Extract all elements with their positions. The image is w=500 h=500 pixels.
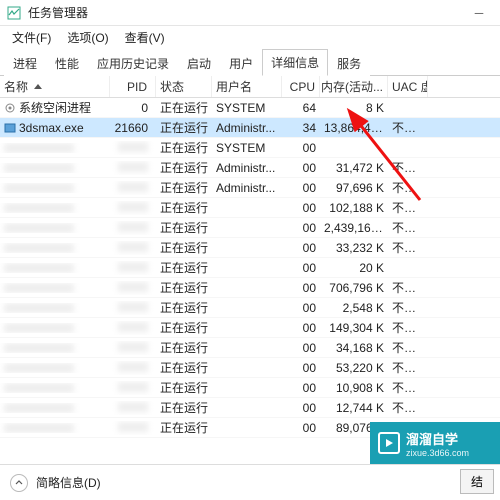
process-icon: [4, 102, 16, 114]
table-row[interactable]: 正在运行002,439,164...不允许: [0, 218, 500, 238]
col-pid[interactable]: PID: [110, 76, 156, 97]
table-row[interactable]: 正在运行0053,220 K不允许: [0, 358, 500, 378]
col-user[interactable]: 用户名: [212, 76, 282, 97]
menu-view[interactable]: 查看(V): [117, 27, 173, 48]
process-grid: 名称 PID 状态 用户名 CPU 内存(活动... UAC 虚 系统空闲进程0…: [0, 76, 500, 438]
table-row[interactable]: 正在运行0020 K: [0, 258, 500, 278]
menubar: 文件(F) 选项(O) 查看(V): [0, 26, 500, 48]
col-name[interactable]: 名称: [0, 76, 110, 97]
watermark: 溜溜自学 zixue.3d66.com: [370, 422, 500, 464]
tab-6[interactable]: 服务: [328, 50, 370, 76]
menu-options[interactable]: 选项(O): [59, 27, 116, 48]
table-row[interactable]: 正在运行0033,232 K不允许: [0, 238, 500, 258]
table-row[interactable]: 正在运行00149,304 K不允许: [0, 318, 500, 338]
footer: 简略信息(D): [0, 464, 500, 500]
watermark-url: zixue.3d66.com: [406, 448, 469, 458]
process-icon: [4, 122, 16, 134]
table-row[interactable]: 正在运行002,548 K不允许: [0, 298, 500, 318]
col-status[interactable]: 状态: [156, 76, 212, 97]
fewer-details-link[interactable]: 简略信息(D): [36, 474, 101, 491]
chevron-up-icon[interactable]: [10, 474, 28, 492]
tab-3[interactable]: 启动: [178, 50, 220, 76]
tab-1[interactable]: 性能: [46, 50, 88, 76]
menu-file[interactable]: 文件(F): [4, 27, 59, 48]
tab-0[interactable]: 进程: [4, 50, 46, 76]
tab-2[interactable]: 应用历史记录: [88, 50, 178, 76]
tabstrip: 进程性能应用历史记录启动用户详细信息服务: [0, 50, 500, 76]
play-icon: [378, 432, 400, 454]
col-uac[interactable]: UAC 虚: [388, 76, 428, 97]
minimize-button[interactable]: ─: [464, 3, 494, 23]
window-title: 任务管理器: [28, 4, 464, 21]
process-name: 3dsmax.exe: [19, 121, 84, 135]
table-row[interactable]: 正在运行Administr...0031,472 K不允许: [0, 158, 500, 178]
table-row[interactable]: 正在运行0034,168 K不允许: [0, 338, 500, 358]
tab-5[interactable]: 详细信息: [262, 49, 328, 76]
task-manager-icon: [6, 5, 22, 21]
table-row[interactable]: 系统空闲进程0正在运行SYSTEM648 K: [0, 98, 500, 118]
table-row[interactable]: 正在运行0010,908 K不允许: [0, 378, 500, 398]
tab-4[interactable]: 用户: [220, 50, 262, 76]
grid-body[interactable]: 系统空闲进程0正在运行SYSTEM648 K3dsmax.exe21660正在运…: [0, 98, 500, 438]
watermark-brand: 溜溜自学: [406, 429, 469, 448]
process-name: 系统空闲进程: [19, 99, 91, 116]
end-task-button[interactable]: 结: [460, 469, 494, 494]
sort-indicator-icon: [34, 84, 42, 89]
titlebar: 任务管理器 ─: [0, 0, 500, 26]
table-row[interactable]: 正在运行00102,188 K不允许: [0, 198, 500, 218]
table-row[interactable]: 正在运行SYSTEM00: [0, 138, 500, 158]
col-mem[interactable]: 内存(活动...: [320, 76, 388, 97]
grid-header: 名称 PID 状态 用户名 CPU 内存(活动... UAC 虚: [0, 76, 500, 98]
table-row[interactable]: 正在运行Administr...0097,696 K不允许: [0, 178, 500, 198]
col-cpu[interactable]: CPU: [282, 76, 320, 97]
table-row[interactable]: 3dsmax.exe21660正在运行Administr...3413,864,…: [0, 118, 500, 138]
table-row[interactable]: 正在运行00706,796 K不允许: [0, 278, 500, 298]
table-row[interactable]: 正在运行0012,744 K不允许: [0, 398, 500, 418]
